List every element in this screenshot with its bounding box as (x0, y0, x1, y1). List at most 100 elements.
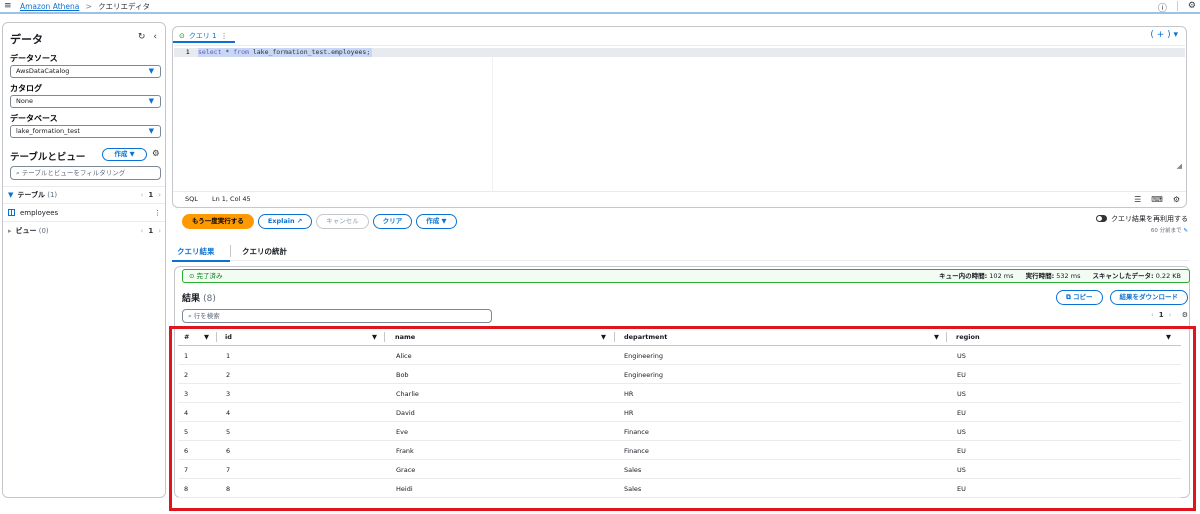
status-banner: ⊙ 完了済み キュー内の時間: 102 ms 実行時間: 532 ms スキャン… (182, 269, 1190, 283)
active-tab-indicator (172, 260, 230, 262)
tab-query-stats[interactable]: クエリの統計 (242, 246, 287, 257)
add-tab-button[interactable]: ( + ) ▾ (1150, 30, 1178, 40)
database-select[interactable]: lake_formation_test ▼ (10, 125, 161, 138)
editor-status-bar: SQL Ln 1, Col 45 ☰ ⌨ ⚙ (173, 191, 1186, 207)
tables-views-title: テーブルとビュー (10, 152, 86, 163)
caret-right-icon: ▸ (8, 227, 12, 235)
tab-query-results[interactable]: クエリ結果 (177, 246, 215, 257)
create-button[interactable]: 作成 ▼ (416, 214, 457, 229)
info-icon[interactable]: ⓘ (1158, 1, 1167, 14)
create-button[interactable]: 作成 ▼ (102, 148, 147, 161)
caret-down-icon: ▼ (148, 67, 154, 75)
views-label: ビュー (15, 227, 37, 235)
external-link-icon: ↗ (296, 217, 303, 225)
cancel-button[interactable]: キャンセル (316, 214, 369, 229)
tables-pagination: ‹ 1 › (141, 189, 162, 201)
gear-icon[interactable]: ⚙ (152, 149, 160, 159)
reuse-label: クエリ結果を再利用する (1111, 215, 1188, 223)
data-panel-title: データ (10, 33, 43, 46)
views-pagination: ‹ 1 › (141, 225, 162, 237)
copy-button[interactable]: ⧉ コピー (1056, 290, 1103, 305)
resize-handle-icon[interactable]: ◢ (1177, 162, 1182, 170)
scan-value: 0.22 KB (1155, 272, 1181, 280)
divider (3, 221, 165, 222)
datasource-label: データソース (10, 54, 58, 63)
status-completed: 完了済み (196, 272, 223, 280)
scan-label: スキャンしたデータ: (1092, 272, 1154, 280)
results-pagination: ‹ 1 › ⚙ (1151, 311, 1188, 319)
kebab-icon[interactable]: ⋮ (154, 207, 161, 219)
explain-button[interactable]: Explain ↗ (257, 214, 313, 229)
edit-icon[interactable]: ✎ (1183, 228, 1188, 234)
check-circle-icon: ⊙ (189, 272, 195, 280)
exec-label: 実行時間: (1025, 272, 1055, 280)
divider (1176, 1, 1178, 11)
views-page-number[interactable]: 1 (148, 227, 153, 235)
prev-page-icon[interactable]: ‹ (141, 227, 144, 235)
gear-icon[interactable]: ⚙ (1173, 192, 1180, 207)
catalog-select[interactable]: None ▼ (10, 95, 161, 108)
caret-down-icon: ▼ (148, 127, 154, 135)
line-number: 1 (186, 49, 190, 56)
tables-label: テーブル (17, 191, 45, 199)
database-label: データベース (10, 114, 58, 123)
keyboard-icon[interactable]: ⌨ (1151, 192, 1163, 207)
results-page-number[interactable]: 1 (1159, 311, 1164, 319)
next-page-icon[interactable]: › (158, 227, 161, 235)
tables-section-row[interactable]: ▼ テーブル (1) ‹ 1 › (8, 189, 161, 201)
explain-label: Explain (267, 217, 295, 225)
query-editor: ⊙ クエリ 1 ⋮ ( + ) ▾ 1 select * from lake_for… (172, 26, 1187, 208)
divider (3, 203, 165, 204)
table-filter-input[interactable]: ⌕ テーブルとビューをフィルタリング (10, 166, 161, 180)
language-label: SQL (185, 195, 198, 203)
tab-divider (230, 245, 231, 257)
datasource-select[interactable]: AwsDataCatalog ▼ (10, 65, 161, 78)
copy-label: コピー (1073, 293, 1093, 301)
tables-count: (1) (47, 191, 58, 199)
next-page-icon[interactable]: › (158, 191, 161, 199)
catalog-label: カタログ (10, 84, 42, 93)
queue-label: キュー内の時間: (939, 272, 988, 280)
kebab-icon[interactable]: ⋮ (221, 32, 228, 40)
breadcrumb-athena-link[interactable]: Amazon Athena (20, 2, 79, 11)
code-area[interactable]: 1 select * from lake_formation_test.empl… (174, 45, 1185, 191)
prev-page-icon[interactable]: ‹ (1151, 311, 1154, 319)
refresh-icon[interactable]: ↻ (138, 32, 146, 42)
run-again-button[interactable]: もう一度実行する (182, 214, 254, 229)
action-bar: もう一度実行する Explain ↗ キャンセル クリア 作成 ▼ (182, 214, 457, 230)
views-section-row[interactable]: ▸ ビュー (0) ‹ 1 › (8, 225, 161, 237)
reuse-sub-label: 60 分前まで (1150, 228, 1182, 234)
table-item-label: employees (20, 209, 59, 217)
results-title-label: 結果 (182, 294, 201, 304)
caret-down-icon: ▼ (8, 191, 14, 199)
menu-icon[interactable]: ≡ (4, 1, 14, 11)
tab-query-1[interactable]: ⊙ クエリ 1 ⋮ (179, 31, 228, 41)
format-icon[interactable]: ☰ (1134, 192, 1141, 207)
exec-value: 532 ms (1056, 272, 1081, 280)
code-keyword: select (198, 48, 222, 56)
reuse-results-toggle[interactable]: クエリ結果を再利用する 60 分前まで ✎ (1096, 214, 1188, 234)
tables-page-number[interactable]: 1 (148, 191, 153, 199)
queue-value: 102 ms (989, 272, 1014, 280)
download-results-button[interactable]: 結果をダウンロード (1109, 290, 1188, 305)
settings-icon[interactable]: ⚙ (1188, 1, 1196, 14)
search-rows-input[interactable]: ⌕ 行を検索 (182, 309, 492, 323)
table-item-employees[interactable]: employees ⋮ (8, 207, 161, 219)
filter-placeholder: テーブルとビューをフィルタリング (21, 169, 126, 177)
results-count: (8) (203, 294, 216, 304)
clear-button[interactable]: クリア (372, 214, 413, 229)
sql-code[interactable]: select * from lake_formation_test.employ… (198, 48, 373, 57)
results-buttons: ⧉ コピー 結果をダウンロード (1056, 290, 1188, 305)
code-star: * (225, 48, 230, 56)
top-bar: ≡ Amazon Athena > クエリエディタ ⓘ ⚙ (0, 0, 1200, 14)
toggle-icon[interactable] (1096, 215, 1107, 222)
code-table: lake_formation_test.employees; (252, 48, 371, 56)
code-keyword: from (233, 48, 249, 56)
results-title: 結果 (8) (182, 291, 216, 304)
prev-page-icon[interactable]: ‹ (141, 191, 144, 199)
check-circle-icon: ⊙ (179, 32, 185, 40)
next-page-icon[interactable]: › (1169, 311, 1172, 319)
collapse-icon[interactable]: ‹ (153, 32, 157, 42)
gear-icon[interactable]: ⚙ (1182, 311, 1188, 319)
breadcrumb-separator: > (85, 1, 93, 11)
